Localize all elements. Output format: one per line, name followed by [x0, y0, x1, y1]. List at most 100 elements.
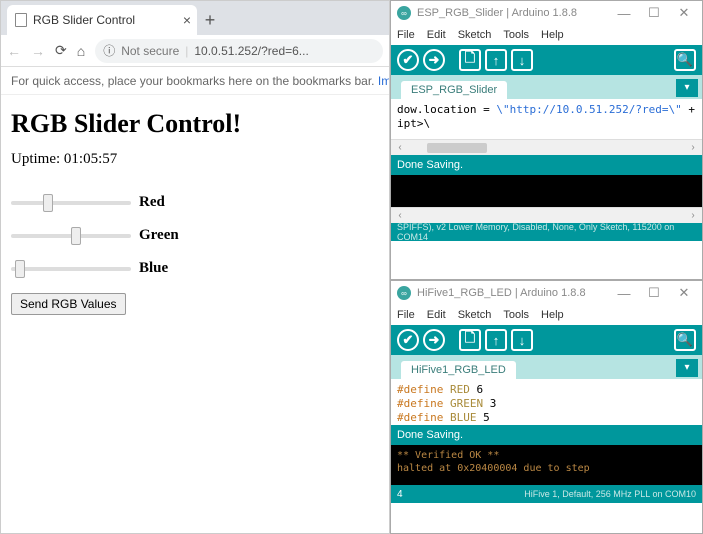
uptime-display: Uptime: 01:05:57	[11, 151, 379, 168]
title-bar[interactable]: ∞ ESP_RGB_Slider | Arduino 1.8.8 — ☐ ✕	[391, 1, 702, 25]
board-info: HiFive 1, Default, 256 MHz PLL on COM10	[524, 489, 696, 499]
red-label: Red	[139, 194, 165, 211]
green-slider[interactable]	[11, 234, 131, 238]
title-bar[interactable]: ∞ HiFive1_RGB_LED | Arduino 1.8.8 — ☐ ✕	[391, 281, 702, 305]
bookmark-hint: For quick access, place your bookmarks h…	[11, 74, 375, 88]
upload-icon[interactable]: ➜	[423, 49, 445, 71]
close-icon[interactable]: ✕	[672, 285, 696, 301]
forward-icon: →	[31, 43, 45, 59]
page-content: RGB Slider Control! Uptime: 01:05:57 Red…	[1, 95, 389, 323]
scroll-left-icon[interactable]: ‹	[393, 142, 407, 153]
menu-sketch[interactable]: Sketch	[458, 309, 492, 321]
slider-row-red: Red	[11, 194, 379, 211]
sketch-tab-bar: ESP_RGB_Slider ▾	[391, 75, 702, 99]
blue-slider[interactable]	[11, 267, 131, 271]
slider-row-green: Green	[11, 227, 379, 244]
serial-monitor-icon[interactable]: 🔍	[674, 49, 696, 71]
tab-menu-icon[interactable]: ▾	[676, 359, 698, 377]
console[interactable]	[391, 175, 702, 207]
line-number: 4	[397, 489, 403, 500]
toolbar: ✔ ➜ 🗋 ↑ ↓ 🔍	[391, 325, 702, 355]
menu-file[interactable]: File	[397, 29, 415, 41]
board-info-bar: 4 HiFive 1, Default, 256 MHz PLL on COM1…	[391, 485, 702, 503]
blue-label: Blue	[139, 260, 168, 277]
status-text: Done Saving.	[397, 159, 463, 171]
arduino-logo-icon: ∞	[397, 6, 411, 20]
browser-tab[interactable]: RGB Slider Control ×	[7, 5, 197, 35]
status-bar: Done Saving.	[391, 425, 702, 445]
address-bar: ← → ⟳ ⌂ ⓘ Not secure | 10.0.51.252/?red=…	[1, 35, 389, 67]
new-tab-button[interactable]: +	[197, 5, 223, 35]
green-label: Green	[139, 227, 179, 244]
home-icon[interactable]: ⌂	[77, 43, 85, 59]
security-label: Not secure	[121, 44, 179, 58]
arduino-logo-icon: ∞	[397, 286, 411, 300]
open-icon[interactable]: ↑	[485, 329, 507, 351]
back-icon[interactable]: ←	[7, 43, 21, 59]
minimize-icon[interactable]: —	[612, 6, 636, 21]
scroll-right-icon[interactable]: ›	[686, 210, 700, 221]
tab-bar: RGB Slider Control × +	[1, 1, 389, 35]
verify-icon[interactable]: ✔	[397, 329, 419, 351]
save-icon[interactable]: ↓	[511, 329, 533, 351]
console[interactable]: ** Verified OK ** halted at 0x20400004 d…	[391, 445, 702, 485]
board-info: SPIFFS), v2 Lower Memory, Disabled, None…	[397, 222, 696, 242]
menu-help[interactable]: Help	[541, 29, 564, 41]
menu-bar: File Edit Sketch Tools Help	[391, 25, 702, 45]
uptime-label: Uptime:	[11, 151, 60, 167]
new-icon[interactable]: 🗋	[459, 329, 481, 351]
uptime-value: 01:05:57	[64, 151, 117, 167]
reload-icon[interactable]: ⟳	[55, 42, 67, 59]
new-icon[interactable]: 🗋	[459, 49, 481, 71]
minimize-icon[interactable]: —	[612, 286, 636, 301]
arduino-window-esp: ∞ ESP_RGB_Slider | Arduino 1.8.8 — ☐ ✕ F…	[390, 0, 703, 280]
arduino-window-hifive: ∞ HiFive1_RGB_LED | Arduino 1.8.8 — ☐ ✕ …	[390, 280, 703, 534]
url-text: 10.0.51.252/?red=6...	[194, 44, 308, 58]
slider-row-blue: Blue	[11, 260, 379, 277]
menu-tools[interactable]: Tools	[503, 309, 529, 321]
sketch-tab[interactable]: ESP_RGB_Slider	[401, 81, 507, 99]
browser-window: RGB Slider Control × + ← → ⟳ ⌂ ⓘ Not sec…	[0, 0, 390, 534]
menu-edit[interactable]: Edit	[427, 309, 446, 321]
console-line: ** Verified OK **	[397, 450, 499, 461]
divider: |	[185, 44, 188, 58]
toolbar: ✔ ➜ 🗋 ↑ ↓ 🔍	[391, 45, 702, 75]
open-icon[interactable]: ↑	[485, 49, 507, 71]
horizontal-scrollbar[interactable]: ‹ ›	[391, 139, 702, 155]
import-link[interactable]: Imp	[378, 74, 389, 88]
maximize-icon[interactable]: ☐	[642, 285, 666, 301]
menu-help[interactable]: Help	[541, 309, 564, 321]
menu-edit[interactable]: Edit	[427, 29, 446, 41]
menu-sketch[interactable]: Sketch	[458, 29, 492, 41]
close-icon[interactable]: ✕	[672, 5, 696, 21]
scroll-right-icon[interactable]: ›	[686, 142, 700, 153]
sketch-tab[interactable]: HiFive1_RGB_LED	[401, 361, 516, 379]
sketch-tab-bar: HiFive1_RGB_LED ▾	[391, 355, 702, 379]
url-input[interactable]: ⓘ Not secure | 10.0.51.252/?red=6...	[95, 39, 383, 63]
save-icon[interactable]: ↓	[511, 49, 533, 71]
scroll-left-icon[interactable]: ‹	[393, 210, 407, 221]
console-scrollbar[interactable]: ‹ ›	[391, 207, 702, 223]
menu-bar: File Edit Sketch Tools Help	[391, 305, 702, 325]
verify-icon[interactable]: ✔	[397, 49, 419, 71]
send-button[interactable]: Send RGB Values	[11, 293, 126, 315]
menu-tools[interactable]: Tools	[503, 29, 529, 41]
tab-menu-icon[interactable]: ▾	[676, 79, 698, 97]
upload-icon[interactable]: ➜	[423, 329, 445, 351]
code-editor[interactable]: dow.location = \"http://10.0.51.252/?red…	[391, 99, 702, 139]
board-info-bar: SPIFFS), v2 Lower Memory, Disabled, None…	[391, 223, 702, 241]
close-tab-icon[interactable]: ×	[183, 12, 191, 28]
window-title: HiFive1_RGB_LED | Arduino 1.8.8	[417, 287, 586, 299]
status-bar: Done Saving.	[391, 155, 702, 175]
bookmark-bar: For quick access, place your bookmarks h…	[1, 67, 389, 95]
code-editor[interactable]: #define RED 6 #define GREEN 3 #define BL…	[391, 379, 702, 425]
serial-monitor-icon[interactable]: 🔍	[674, 329, 696, 351]
maximize-icon[interactable]: ☐	[642, 5, 666, 21]
page-heading: RGB Slider Control!	[11, 109, 379, 139]
info-icon[interactable]: ⓘ	[103, 42, 115, 59]
scroll-thumb[interactable]	[427, 143, 487, 153]
status-text: Done Saving.	[397, 429, 463, 441]
tab-title: RGB Slider Control	[33, 13, 135, 27]
menu-file[interactable]: File	[397, 309, 415, 321]
red-slider[interactable]	[11, 201, 131, 205]
